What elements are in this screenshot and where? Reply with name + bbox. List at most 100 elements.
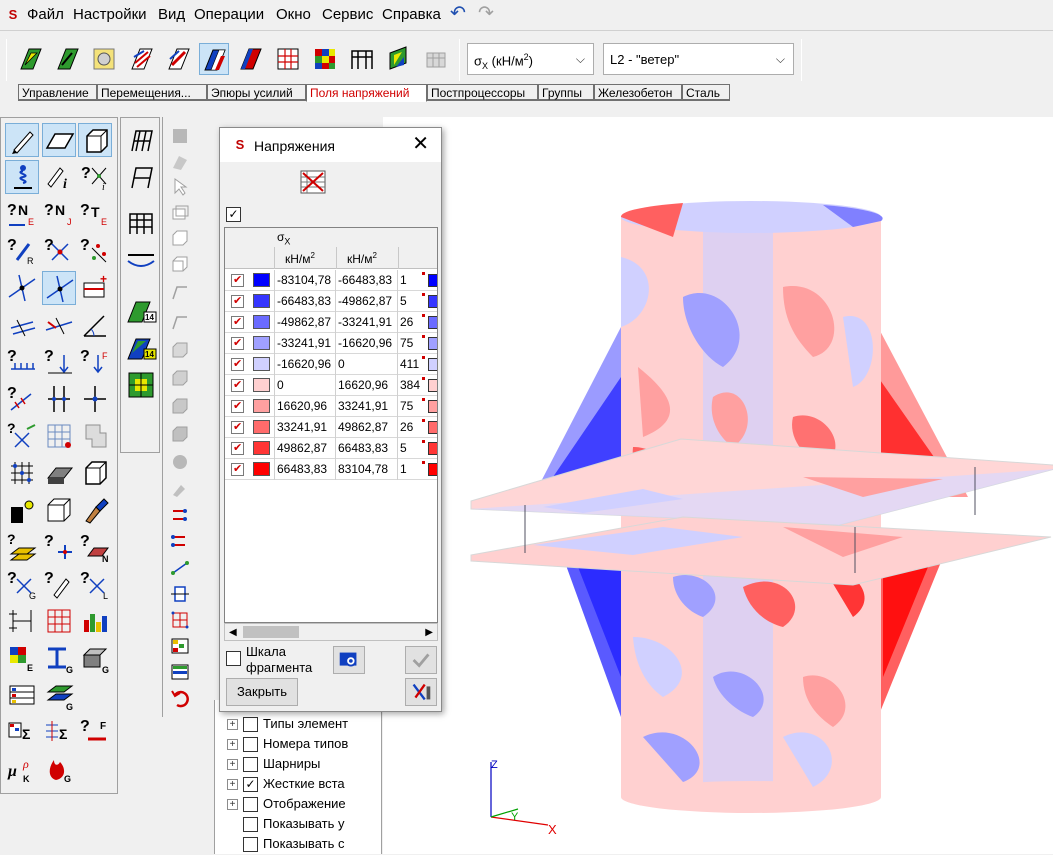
tab-displacements[interactable]: Перемещения... [97, 84, 207, 101]
range-from-cell[interactable]: -16620,96 [274, 354, 336, 375]
disabled-tool-4[interactable] [169, 201, 191, 223]
stress-component-select[interactable]: σX (кН/м2) ⌵ [467, 43, 594, 75]
expand-icon[interactable]: + [227, 739, 238, 750]
query-force-tool[interactable]: ? [42, 345, 76, 379]
disabled-tool-10[interactable] [169, 367, 191, 389]
color-swatch[interactable] [253, 336, 270, 350]
expand-icon[interactable]: + [227, 779, 238, 790]
menu-help[interactable]: Справка [382, 6, 441, 23]
select-node-tool[interactable] [5, 123, 39, 157]
scroll-right-icon[interactable]: ▶ [425, 627, 433, 638]
query-f-tool[interactable]: ? F [78, 715, 112, 749]
fire-tool[interactable]: G [42, 752, 76, 786]
mesh-tool[interactable]: ? [5, 419, 39, 453]
stress-fields-button[interactable] [199, 43, 229, 75]
disabled-tool-13[interactable] [169, 451, 191, 473]
range-from-cell[interactable]: 49862,87 [274, 438, 336, 459]
color-swatch[interactable] [253, 462, 270, 476]
range-from-cell[interactable]: -33241,91 [274, 333, 336, 354]
column-tool[interactable] [42, 382, 76, 416]
tools-button[interactable] [405, 678, 437, 706]
legend-row[interactable]: -83104,78-66483,831 [225, 270, 437, 291]
query-force-f-tool[interactable]: ? F [78, 345, 112, 379]
dimension-tool[interactable] [5, 604, 39, 638]
color-swatch[interactable] [253, 315, 270, 329]
scroll-left-icon[interactable]: ◀ [229, 627, 237, 638]
disabled-tool-2[interactable] [169, 150, 191, 172]
rigid-insert-tool[interactable] [42, 308, 76, 342]
menu-view[interactable]: Вид [158, 6, 185, 23]
dialog-titlebar[interactable]: S Напряжения ✕ [220, 128, 441, 162]
grid-values-button[interactable] [273, 43, 303, 75]
red-grid-tool[interactable] [42, 604, 76, 638]
menu-window[interactable]: Окно [276, 6, 311, 23]
color-swatch[interactable] [253, 399, 270, 413]
tree-item-show-2[interactable]: Показывать с [227, 835, 381, 855]
grid-select-tool[interactable] [42, 419, 76, 453]
disabled-tool-12[interactable] [169, 423, 191, 445]
tree-checkbox[interactable] [243, 817, 258, 832]
nodes-edit-tool[interactable] [169, 531, 191, 553]
row-visibility-checkbox[interactable] [231, 273, 244, 287]
query-edit-tool[interactable]: ? [42, 567, 76, 601]
node-grid-tool[interactable] [5, 456, 39, 490]
mosaic-grid-tool[interactable] [124, 368, 158, 402]
row-visibility-checkbox[interactable] [231, 399, 244, 413]
ok-button[interactable] [405, 646, 437, 674]
legend-row[interactable]: 16620,9633241,9175 [225, 396, 437, 417]
settings-disabled-button[interactable] [421, 43, 451, 75]
tab-postprocessors[interactable]: Постпроцессоры [427, 84, 538, 101]
model-viewport[interactable]: Z X Y [383, 117, 1053, 854]
select-solid-tool[interactable] [78, 123, 112, 157]
tree-checkbox[interactable] [243, 797, 258, 812]
grid-nodes-tool[interactable] [169, 609, 191, 631]
query-r-tool[interactable]: ? R [5, 234, 39, 268]
legend-row[interactable]: 016620,96384 [225, 375, 437, 396]
expand-icon[interactable]: + [227, 719, 238, 730]
query-l-tool[interactable]: ? L [78, 567, 112, 601]
disabled-tool-3[interactable] [169, 175, 191, 197]
range-from-cell[interactable]: -83104,78 [274, 270, 336, 291]
range-to-cell[interactable]: -66483,83 [336, 270, 398, 291]
tree-checkbox[interactable] [243, 837, 258, 852]
fields-14-color-tool[interactable]: 14 [124, 331, 158, 365]
horizontal-scrollbar[interactable]: ◀ ▶ [224, 623, 438, 641]
range-to-cell[interactable]: 49862,87 [336, 417, 398, 438]
undo-red-tool[interactable] [169, 687, 191, 709]
tree-item-show-1[interactable]: Показывать у [227, 815, 381, 835]
legend-row[interactable]: -16620,960411 [225, 354, 437, 375]
disabled-tool-11[interactable] [169, 395, 191, 417]
tab-reinforced-concrete[interactable]: Железобетон [594, 84, 682, 101]
principal-stress-button[interactable] [236, 43, 266, 75]
tab-groups[interactable]: Группы [538, 84, 594, 101]
mosaic-e-tool[interactable]: E [5, 641, 39, 675]
tab-steel[interactable]: Сталь [682, 84, 730, 101]
tree-item-hinges[interactable]: + Шарниры [227, 755, 381, 775]
tab-control[interactable]: Управление [18, 84, 97, 101]
isofields-button[interactable] [89, 43, 119, 75]
color-swatch[interactable] [253, 273, 270, 287]
range-to-cell[interactable]: -49862,87 [336, 291, 398, 312]
frame-2d-tool[interactable] [124, 160, 158, 194]
expand-icon[interactable]: + [227, 759, 238, 770]
color-swatch[interactable] [253, 294, 270, 308]
range-to-cell[interactable]: 0 [336, 354, 398, 375]
table-tool[interactable] [5, 678, 39, 712]
beam-tool[interactable] [42, 456, 76, 490]
range-from-cell[interactable]: -66483,83 [274, 291, 336, 312]
fragment-scale-checkbox[interactable] [226, 651, 241, 666]
color-swatch[interactable] [253, 420, 270, 434]
sum-table-tool[interactable]: Σ [5, 715, 39, 749]
cube-tool[interactable] [78, 456, 112, 490]
query-ne-tool[interactable]: ? N E [5, 197, 39, 231]
tree-checkbox[interactable] [243, 717, 258, 732]
row-visibility-checkbox[interactable] [231, 357, 244, 371]
deformed-scheme-button[interactable] [15, 43, 45, 75]
layers-tool[interactable]: ? [5, 530, 39, 564]
disabled-tool-7[interactable] [169, 281, 191, 303]
query-nj-tool[interactable]: ? N J [42, 197, 76, 231]
node-cross-tool[interactable] [5, 271, 39, 305]
apply-settings-button[interactable] [333, 646, 365, 674]
sum-nodes-tool[interactable]: Σ [42, 715, 76, 749]
column-nodes-tool[interactable] [78, 382, 112, 416]
